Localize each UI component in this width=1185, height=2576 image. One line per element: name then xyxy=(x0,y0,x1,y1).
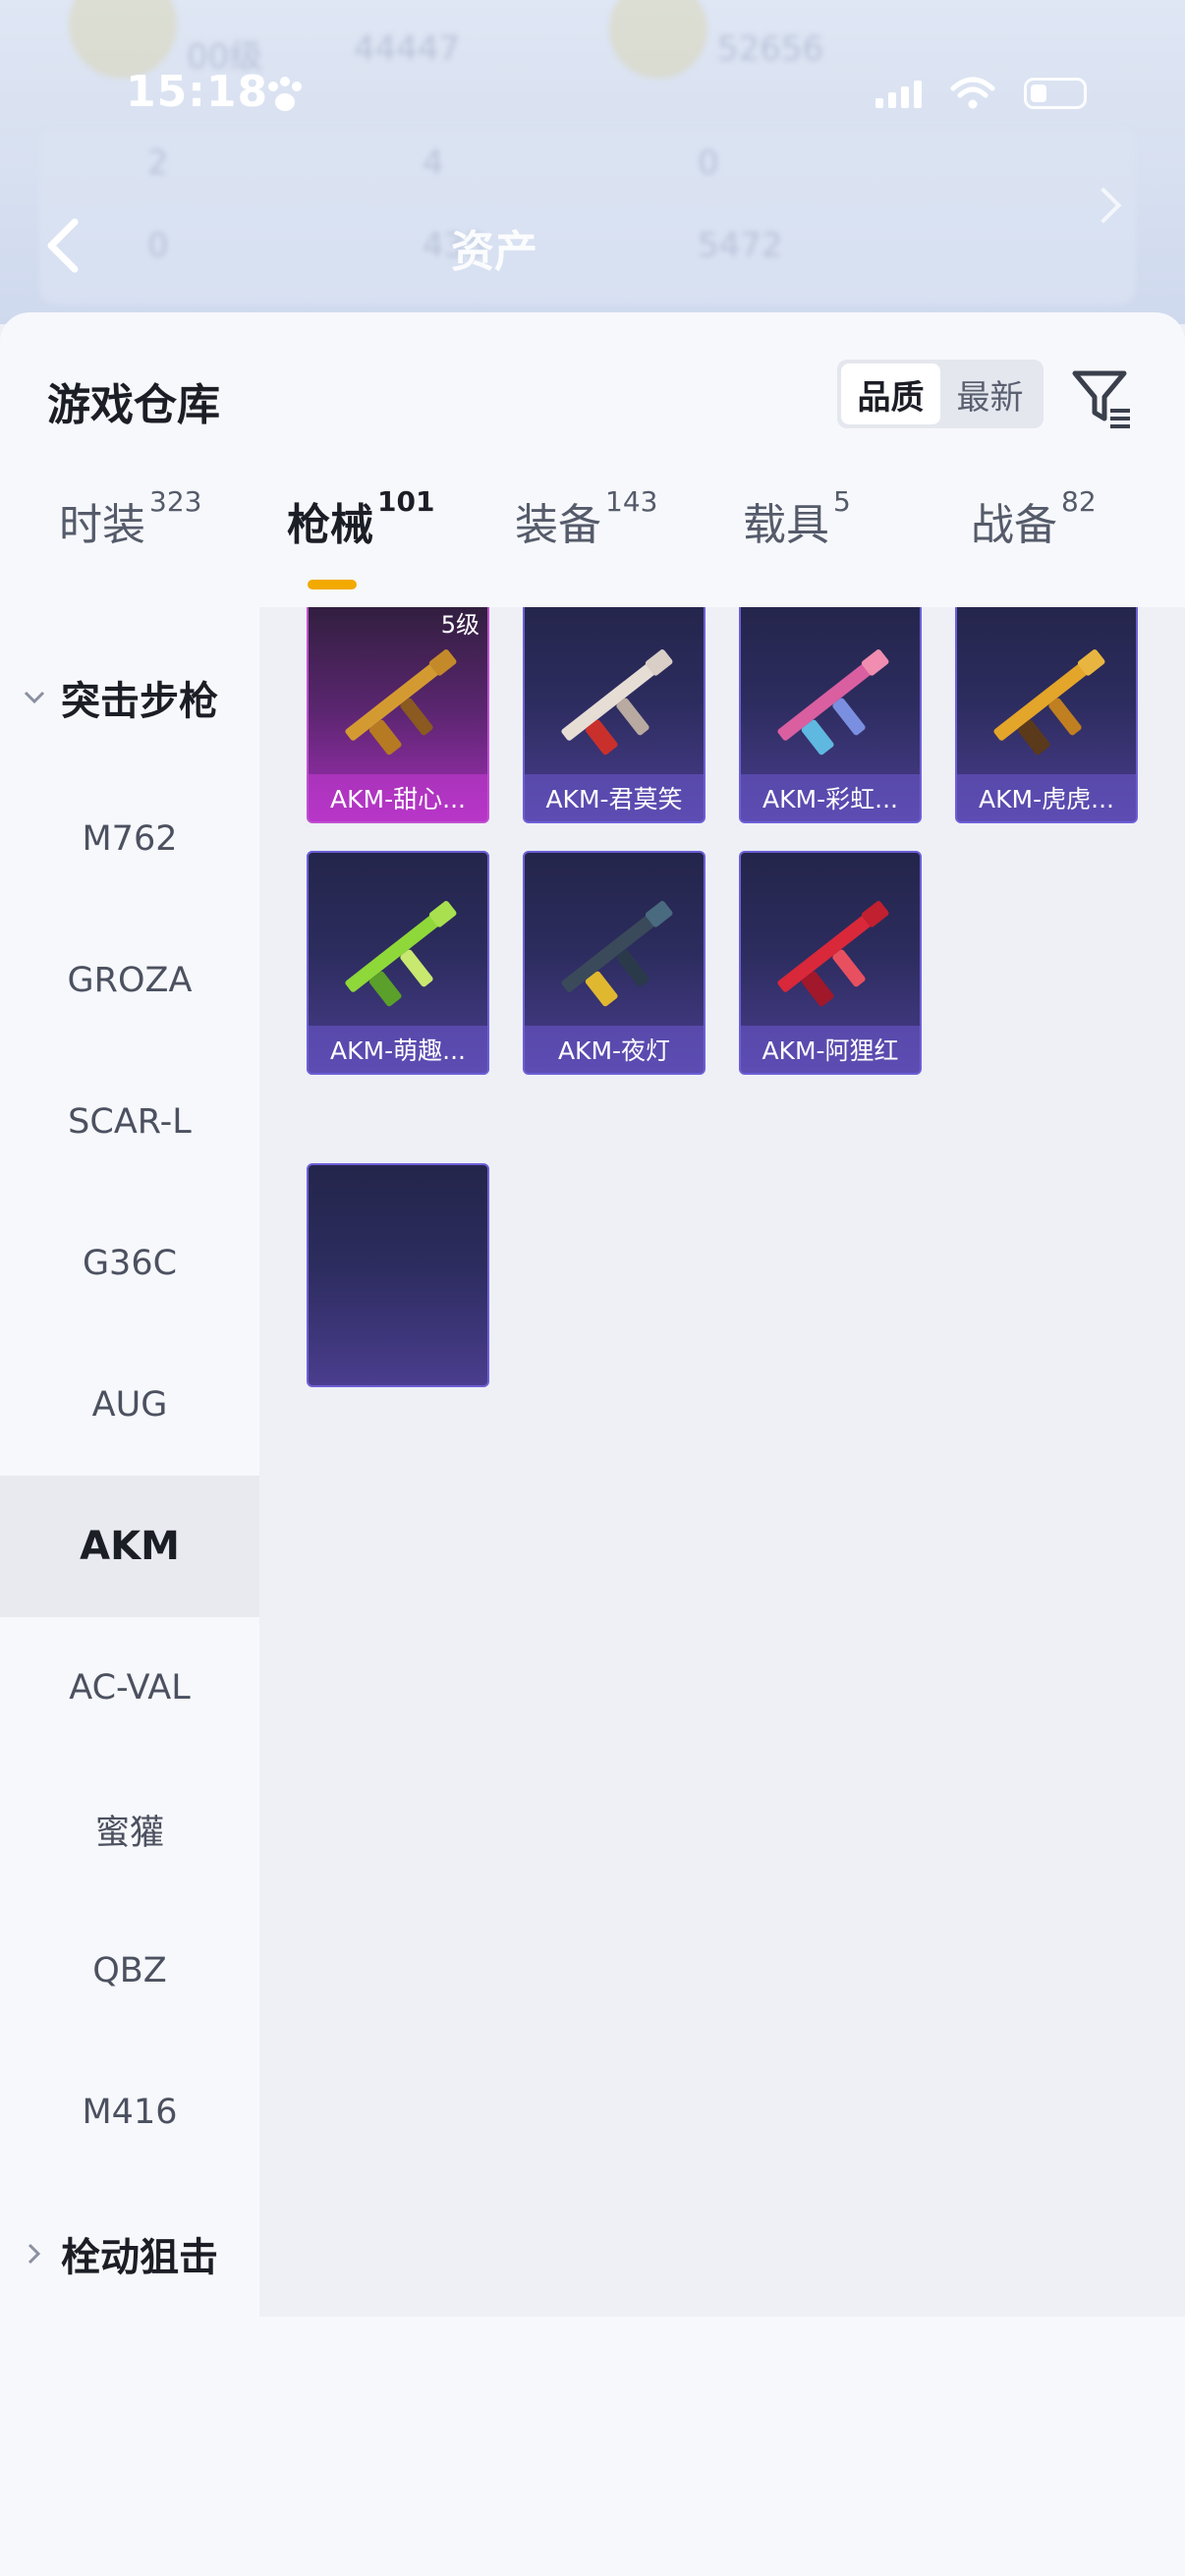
filter-icon[interactable] xyxy=(1069,364,1136,430)
rifle-icon xyxy=(993,649,1105,756)
tab-firearms-count: 101 xyxy=(377,485,435,518)
weapon-card[interactable]: AKM-夜灯 xyxy=(523,851,705,1075)
tab-supplies-count: 82 xyxy=(1061,485,1097,518)
nav-group-assault-rifles[interactable]: 突击步枪 xyxy=(0,627,259,768)
sort-toggle: 品质 最新 xyxy=(837,360,1044,428)
battery-icon xyxy=(1024,78,1087,109)
page-title: 资产 xyxy=(0,216,1185,279)
chevron-right-icon xyxy=(28,2243,41,2265)
weapon-name: AKM-甜心... xyxy=(309,774,487,821)
app-root: 00级 44447 52656 2 4 0 0 435 5472 15:18 资… xyxy=(0,0,1185,2576)
paw-icon xyxy=(268,77,302,111)
status-time: 15:18 xyxy=(126,67,269,117)
background-header: 00级 44447 52656 2 4 0 0 435 5472 15:18 资… xyxy=(0,0,1185,324)
category-tabs: 时装 323 枪械 101 装备 143 载具 5 战备 82 xyxy=(0,485,1185,607)
blur-a: 2 xyxy=(147,143,169,183)
chevron-down-icon xyxy=(24,691,45,704)
nav-group-label: 突击步枪 xyxy=(61,679,218,724)
weapon-card[interactable]: AKM-彩虹... xyxy=(739,607,922,823)
wifi-icon xyxy=(950,77,995,109)
sort-newest-button[interactable]: 最新 xyxy=(940,364,1040,424)
nav-item-scar-l[interactable]: SCAR-L xyxy=(0,1051,259,1193)
weapon-card[interactable]: AKM-虎虎... xyxy=(955,607,1138,823)
tab-firearms-label: 枪械 xyxy=(287,500,373,550)
nav-group-bolt-action[interactable]: 栓动狙击 xyxy=(0,2183,259,2324)
weapon-card[interactable]: AKM-君莫笑 xyxy=(523,607,705,823)
blur-stat2: 52656 xyxy=(717,29,824,69)
nav-item-ac-val[interactable]: AC-VAL xyxy=(0,1617,259,1759)
nav-item-groza[interactable]: GROZA xyxy=(0,910,259,1051)
tab-vehicles[interactable]: 载具 5 xyxy=(743,485,851,552)
weapon-name: AKM-虎虎... xyxy=(957,774,1136,821)
weapon-name: AKM-萌趣... xyxy=(309,1026,487,1073)
tab-vehicles-label: 载具 xyxy=(743,500,829,550)
avatar-blur-2 xyxy=(609,0,707,79)
nav-item-akm[interactable]: AKM xyxy=(0,1476,259,1617)
rifle-icon xyxy=(777,649,889,756)
tab-active-indicator xyxy=(308,580,357,589)
weapon-card[interactable] xyxy=(307,1163,489,1387)
weapon-card[interactable]: AKM-萌趣... xyxy=(307,851,489,1075)
rifle-icon xyxy=(777,901,889,1007)
tab-firearms[interactable]: 枪械 101 xyxy=(287,485,434,552)
nav-item-honey-badger[interactable]: 蜜獾 xyxy=(0,1759,259,1900)
nav-item-qbz[interactable]: QBZ xyxy=(0,1900,259,2042)
tab-supplies[interactable]: 战备 82 xyxy=(971,485,1097,552)
blur-b: 4 xyxy=(423,143,444,183)
nav-item-aug[interactable]: AUG xyxy=(0,1334,259,1476)
weapon-name: AKM-夜灯 xyxy=(525,1026,704,1073)
page-title-text: 资产 xyxy=(451,227,537,277)
nav-item-g36c[interactable]: G36C xyxy=(0,1193,259,1334)
weapon-name: AKM-君莫笑 xyxy=(525,774,704,821)
tab-equipment[interactable]: 装备 143 xyxy=(515,485,657,552)
weapon-card[interactable]: 5级 AKM-甜心... xyxy=(307,607,489,823)
nav-item-m416[interactable]: M416 xyxy=(0,2042,259,2183)
weapon-name: AKM-阿狸红 xyxy=(741,1026,920,1073)
nav-group-label: 栓动狙击 xyxy=(61,2235,218,2280)
tab-fashion-count: 323 xyxy=(149,485,202,518)
rifle-icon xyxy=(561,901,673,1007)
tab-equipment-label: 装备 xyxy=(515,500,601,550)
tab-supplies-label: 战备 xyxy=(971,500,1057,550)
nav-item-m762[interactable]: M762 xyxy=(0,768,259,910)
warehouse-sheet: 游戏仓库 品质 最新 时装 323 枪械 101 装备 143 载具 5 战备 82 突击… xyxy=(0,312,1185,2576)
tab-equipment-count: 143 xyxy=(605,485,658,518)
blur-c: 0 xyxy=(698,143,719,183)
tab-fashion[interactable]: 时装 323 xyxy=(59,485,201,552)
weapon-card[interactable]: AKM-阿狸红 xyxy=(739,851,922,1075)
blur-stat1: 44447 xyxy=(354,29,461,69)
rifle-icon xyxy=(561,649,673,756)
rifle-icon xyxy=(345,649,457,756)
weapon-type-nav: 突击步枪 M762 GROZA SCAR-L G36C AUG AKM AC-V… xyxy=(0,607,259,2317)
sheet-title: 游戏仓库 xyxy=(47,380,220,430)
status-indicators xyxy=(875,77,1087,110)
weapon-name: AKM-彩虹... xyxy=(741,774,920,821)
tab-vehicles-count: 5 xyxy=(833,485,851,518)
signal-icon xyxy=(875,79,922,108)
sort-quality-button[interactable]: 品质 xyxy=(841,364,940,424)
rifle-icon xyxy=(345,901,457,1007)
tab-fashion-label: 时装 xyxy=(59,500,145,550)
